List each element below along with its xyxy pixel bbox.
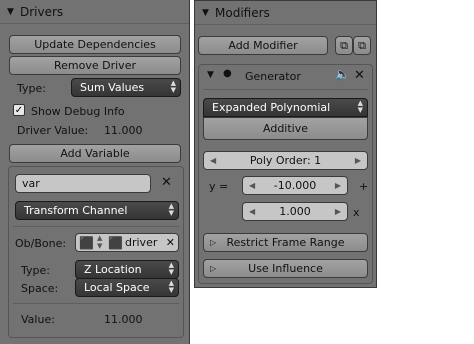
updown-arrows-icon: ▲ ▼ bbox=[168, 202, 174, 217]
variable-box: var ✕ Transform Channel ▲ ▼ Ob/Bone: ⬛ ▲ ▼… bbox=[8, 166, 184, 338]
driver-type-value: Sum Values bbox=[80, 81, 145, 94]
updown-arrows-icon: ▲ ▼ bbox=[168, 279, 174, 294]
updown-arrows-icon: ▲ ▼ bbox=[357, 99, 363, 114]
drivers-title: Drivers bbox=[20, 5, 64, 19]
use-influence-button[interactable]: ▷ Use Influence bbox=[203, 259, 368, 278]
decrement-arrow-icon[interactable]: ◀ bbox=[210, 152, 216, 169]
copy-icon[interactable]: ⧉ bbox=[335, 36, 353, 55]
coefficient-1-field[interactable]: ◀ 1.000 ▶ bbox=[242, 202, 348, 221]
delete-modifier-icon[interactable]: ✕ bbox=[354, 68, 365, 83]
variable-type-dropdown[interactable]: Transform Channel ▲ ▼ bbox=[15, 201, 179, 220]
mute-dot-icon[interactable]: ● bbox=[223, 68, 232, 79]
variable-type-value: Transform Channel bbox=[24, 204, 128, 217]
add-modifier-button[interactable]: Add Modifier bbox=[198, 36, 328, 55]
space-label: Space: bbox=[21, 282, 59, 295]
poly-order-value: Poly Order: 1 bbox=[249, 154, 322, 167]
restrict-frame-range-label: Restrict Frame Range bbox=[226, 236, 345, 249]
obbone-label: Ob/Bone: bbox=[15, 237, 67, 250]
drivers-header[interactable]: ▼ Drivers bbox=[0, 0, 189, 24]
variable-value: 11.000 bbox=[104, 313, 143, 326]
generator-box: ▼ ● Generator 🔈 ✕ Expanded Polynomial ▲ ▼… bbox=[198, 64, 373, 284]
increment-arrow-icon[interactable]: ▶ bbox=[355, 152, 361, 169]
coefficient-1-value: 1.000 bbox=[279, 205, 311, 218]
expand-triangle-icon: ▷ bbox=[210, 264, 217, 273]
paste-icon[interactable]: ⧉ bbox=[353, 36, 371, 55]
modifiers-title: Modifiers bbox=[215, 6, 270, 20]
modifiers-panel: ▼ Modifiers Add Modifier ⧉ ⧉ ▼ ● Generat… bbox=[194, 0, 377, 288]
variable-name-input[interactable]: var bbox=[15, 174, 151, 193]
object-name: driver bbox=[125, 236, 158, 249]
remove-driver-button[interactable]: Remove Driver bbox=[9, 56, 181, 75]
collapse-triangle-icon[interactable]: ▼ bbox=[202, 8, 209, 18]
driver-value: 11.000 bbox=[104, 124, 143, 137]
variable-value-label: Value: bbox=[21, 313, 55, 326]
divider bbox=[203, 89, 368, 90]
updown-arrows-icon: ▲ ▼ bbox=[170, 79, 176, 94]
decrement-arrow-icon[interactable]: ◀ bbox=[249, 203, 255, 220]
driver-value-label: Driver Value: bbox=[17, 124, 89, 137]
space-dropdown[interactable]: Local Space ▲ ▼ bbox=[75, 278, 179, 297]
transform-type-value: Z Location bbox=[84, 263, 142, 276]
generator-mode-dropdown[interactable]: Expanded Polynomial ▲ ▼ bbox=[203, 98, 368, 117]
updown-arrows-icon: ▲ ▼ bbox=[97, 234, 103, 250]
clear-object-icon[interactable]: ✕ bbox=[166, 234, 175, 251]
generator-mode-value: Expanded Polynomial bbox=[212, 101, 331, 114]
coefficient-0-field[interactable]: ◀ -10.000 ▶ bbox=[242, 176, 348, 195]
driver-type-dropdown[interactable]: Sum Values ▲ ▼ bbox=[71, 78, 181, 97]
type-label: Type: bbox=[17, 82, 46, 95]
decrement-arrow-icon[interactable]: ◀ bbox=[249, 177, 255, 194]
modifiers-header[interactable]: ▼ Modifiers bbox=[195, 1, 376, 25]
update-dependencies-button[interactable]: Update Dependencies bbox=[9, 35, 181, 54]
transform-type-dropdown[interactable]: Z Location ▲ ▼ bbox=[75, 260, 179, 279]
modifier-name: Generator bbox=[245, 70, 301, 83]
transform-type-label: Type: bbox=[21, 264, 50, 277]
use-influence-label: Use Influence bbox=[248, 262, 323, 275]
cube-icon: ⬛ bbox=[79, 236, 94, 250]
y-equals-label: y = bbox=[209, 180, 229, 193]
updown-arrows-icon: ▲ ▼ bbox=[168, 261, 174, 276]
increment-arrow-icon[interactable]: ▶ bbox=[335, 203, 341, 220]
delete-variable-icon[interactable]: ✕ bbox=[161, 175, 172, 190]
additive-toggle[interactable]: Additive bbox=[203, 117, 368, 140]
drivers-panel: ▼ Drivers Update Dependencies Remove Dri… bbox=[0, 0, 190, 344]
poly-order-field[interactable]: ◀ Poly Order: 1 ▶ bbox=[203, 151, 368, 170]
expand-triangle-icon[interactable]: ▼ bbox=[207, 70, 214, 80]
show-debug-label: Show Debug Info bbox=[31, 105, 125, 118]
space-value: Local Space bbox=[84, 281, 150, 294]
divider bbox=[13, 303, 179, 304]
add-variable-button[interactable]: Add Variable bbox=[9, 144, 181, 163]
divider bbox=[13, 226, 179, 227]
object-icon: ⬛ bbox=[108, 236, 123, 250]
plus-label: + bbox=[359, 180, 369, 193]
increment-arrow-icon[interactable]: ▶ bbox=[335, 177, 341, 194]
x-label: x bbox=[353, 206, 360, 219]
show-debug-checkbox[interactable]: ✓ bbox=[13, 104, 25, 116]
collapse-triangle-icon[interactable]: ▼ bbox=[7, 7, 14, 17]
object-field[interactable]: ⬛ ▲ ▼ ⬛ driver ✕ bbox=[75, 233, 179, 252]
restrict-frame-range-button[interactable]: ▷ Restrict Frame Range bbox=[203, 233, 368, 252]
speaker-icon[interactable]: 🔈 bbox=[335, 67, 350, 81]
coefficient-0-value: -10.000 bbox=[273, 179, 317, 192]
expand-triangle-icon: ▷ bbox=[210, 238, 217, 247]
